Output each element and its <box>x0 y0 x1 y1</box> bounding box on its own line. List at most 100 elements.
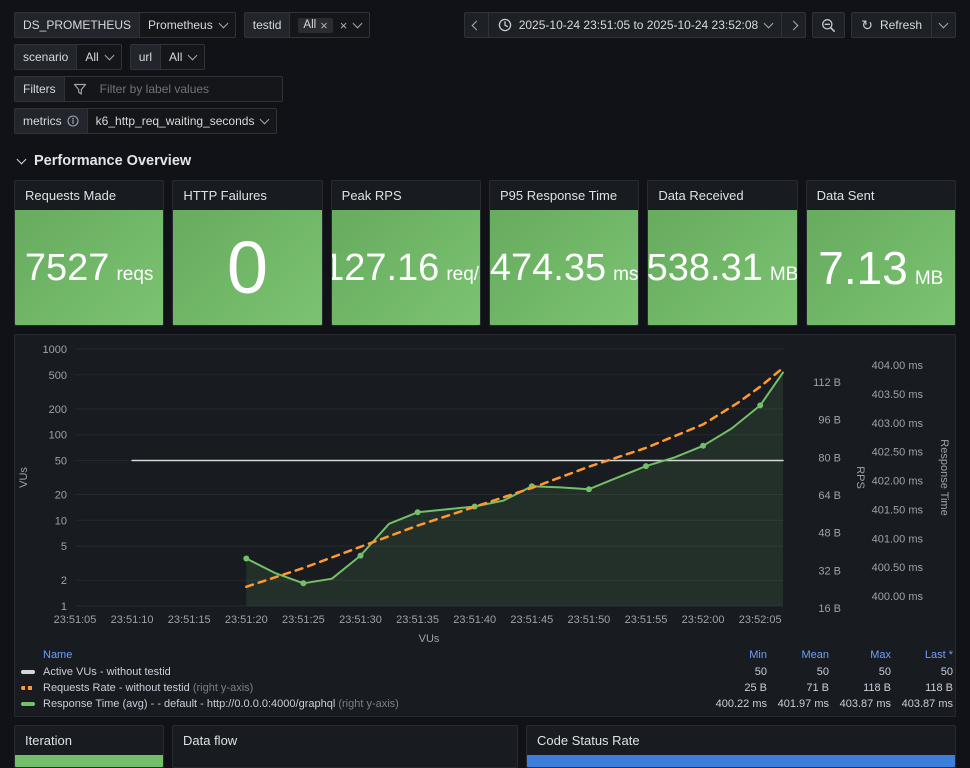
svg-text:402.00 ms: 402.00 ms <box>872 476 924 488</box>
panel-title[interactable]: HTTP Failures <box>173 181 321 210</box>
stat-value: 7.13 <box>818 241 908 294</box>
testid-picker: testid All × × <box>243 12 371 38</box>
scenario-select[interactable]: All <box>77 44 122 70</box>
svg-text:10: 10 <box>55 515 67 527</box>
panel-title[interactable]: Data Received <box>648 181 796 210</box>
svg-text:100: 100 <box>49 430 67 442</box>
scenario-label: scenario <box>14 44 78 70</box>
stat-panel-peak-rps: Peak RPS 127.16 req/s <box>330 180 481 326</box>
legend-header[interactable]: Name <box>15 647 707 664</box>
chevron-down-icon <box>218 18 229 29</box>
chevron-left-icon <box>471 20 482 30</box>
metrics-label-text: metrics <box>23 114 62 128</box>
panel-title[interactable]: Peak RPS <box>332 181 480 210</box>
filter-funnel-icon <box>65 83 87 96</box>
legend-mean: 401.97 ms <box>777 698 829 710</box>
svg-text:23:51:15: 23:51:15 <box>168 614 211 626</box>
zoom-out-icon <box>821 18 836 33</box>
remove-value-icon[interactable]: × <box>320 19 328 32</box>
time-range-button[interactable]: 2025-10-24 23:51:05 to 2025-10-24 23:52:… <box>488 12 783 38</box>
svg-text:Response Time: Response Time <box>938 439 950 515</box>
stat-panel-requests-made: Requests Made 7527 reqs <box>14 180 165 326</box>
filter-input[interactable] <box>93 77 282 101</box>
svg-text:23:51:55: 23:51:55 <box>625 614 668 626</box>
svg-text:50: 50 <box>55 456 67 468</box>
testid-chip[interactable]: All × <box>298 17 333 33</box>
metrics-label: metrics <box>14 108 88 134</box>
time-shift-back-button[interactable] <box>463 12 489 38</box>
svg-text:64 B: 64 B <box>818 490 841 502</box>
metrics-value: k6_http_req_waiting_seconds <box>95 114 255 128</box>
panel-title[interactable]: P95 Response Time <box>490 181 638 210</box>
svg-text:403.00 ms: 403.00 ms <box>872 418 924 430</box>
legend-last: 118 B <box>925 682 953 694</box>
svg-text:402.50 ms: 402.50 ms <box>872 447 924 459</box>
panel-title[interactable]: Requests Made <box>15 181 163 210</box>
legend-series-name: Active VUs - without testid <box>43 666 171 678</box>
stat-unit: MB <box>769 263 797 285</box>
filter-field <box>64 76 283 102</box>
legend-header[interactable]: Max <box>831 647 893 664</box>
svg-text:401.00 ms: 401.00 ms <box>872 533 924 545</box>
svg-text:23:51:50: 23:51:50 <box>567 614 610 626</box>
legend-max: 403.87 ms <box>839 698 891 710</box>
legend-series-active-vus[interactable]: Active VUs - without testid <box>15 664 707 680</box>
legend-series-requests-rate[interactable]: Requests Rate - without testid (right y-… <box>15 680 707 696</box>
refresh-group: ↻ Refresh <box>851 12 956 38</box>
legend-last: 50 <box>940 666 953 678</box>
stat-value: 127.16 <box>331 246 440 289</box>
refresh-button[interactable]: ↻ Refresh <box>851 12 932 38</box>
code-status-rate-panel: Code Status Rate <box>526 725 956 768</box>
section-performance-overview[interactable]: Performance Overview <box>16 150 956 172</box>
legend-header[interactable]: Min <box>707 647 769 664</box>
zoom-out-button[interactable] <box>812 12 846 38</box>
metrics-picker: metrics k6_http_req_waiting_seconds <box>14 108 278 134</box>
panel-title[interactable]: Iteration <box>15 726 163 755</box>
chevron-down-icon <box>938 18 949 29</box>
chevron-down-icon <box>763 18 774 29</box>
svg-text:23:52:00: 23:52:00 <box>682 614 725 626</box>
chevron-down-icon <box>352 18 363 29</box>
stat-value: 538.31 <box>648 246 763 289</box>
svg-text:32 B: 32 B <box>818 565 841 577</box>
stat-body: 474.35 ms <box>489 210 639 325</box>
panel-title[interactable]: Data Sent <box>807 181 955 210</box>
svg-text:500: 500 <box>49 370 67 382</box>
url-select[interactable]: All <box>161 44 206 70</box>
legend-max: 50 <box>878 666 891 678</box>
panel-title[interactable]: Code Status Rate <box>527 726 955 755</box>
svg-text:23:51:25: 23:51:25 <box>282 614 325 626</box>
legend-mean: 50 <box>816 666 829 678</box>
svg-text:5: 5 <box>61 541 67 553</box>
svg-text:48 B: 48 B <box>818 528 841 540</box>
legend-header[interactable]: Mean <box>769 647 831 664</box>
legend-series-name: Requests Rate - without testid <box>43 682 190 694</box>
svg-text:23:51:45: 23:51:45 <box>510 614 553 626</box>
clear-all-icon[interactable]: × <box>340 19 348 32</box>
chevron-down-icon <box>187 50 198 61</box>
metrics-select[interactable]: k6_http_req_waiting_seconds <box>87 108 278 134</box>
legend-min: 400.22 ms <box>715 698 767 710</box>
timeseries-panel: 1 2 5 10 20 50 100 200 500 1000 23:51:05 23:51:10 23… <box>14 334 956 717</box>
svg-text:23:52:05: 23:52:05 <box>739 614 782 626</box>
time-range-group: 2025-10-24 23:51:05 to 2025-10-24 23:52:… <box>463 12 807 38</box>
svg-text:23:51:35: 23:51:35 <box>396 614 439 626</box>
stat-panel-data-received: Data Received 538.31 MB <box>647 180 798 326</box>
legend-series-response-time[interactable]: Response Time (avg) - - default - http:/… <box>15 696 707 712</box>
series-color-swatch <box>21 702 35 707</box>
series-color-swatch <box>21 686 35 691</box>
legend-series-suffix: (right y-axis) <box>192 682 254 694</box>
refresh-interval-button[interactable] <box>932 12 956 38</box>
time-shift-forward-button[interactable] <box>782 12 807 38</box>
legend-header[interactable]: Last * <box>893 647 955 664</box>
legend-table: Name Min Mean Max Last * Active VUs - wi… <box>15 647 955 712</box>
panel-title[interactable]: Data flow <box>173 726 517 755</box>
timeseries-svg[interactable]: 1 2 5 10 20 50 100 200 500 1000 23:51:05 23:51:10 23… <box>15 341 955 645</box>
stat-body: 0 <box>173 210 322 325</box>
svg-text:VUs: VUs <box>18 467 30 488</box>
legend-min: 25 B <box>744 682 767 694</box>
datasource-select[interactable]: Prometheus <box>140 12 236 38</box>
section-title: Performance Overview <box>34 153 192 169</box>
testid-select[interactable]: All × × <box>290 12 371 38</box>
svg-text:23:51:30: 23:51:30 <box>339 614 382 626</box>
